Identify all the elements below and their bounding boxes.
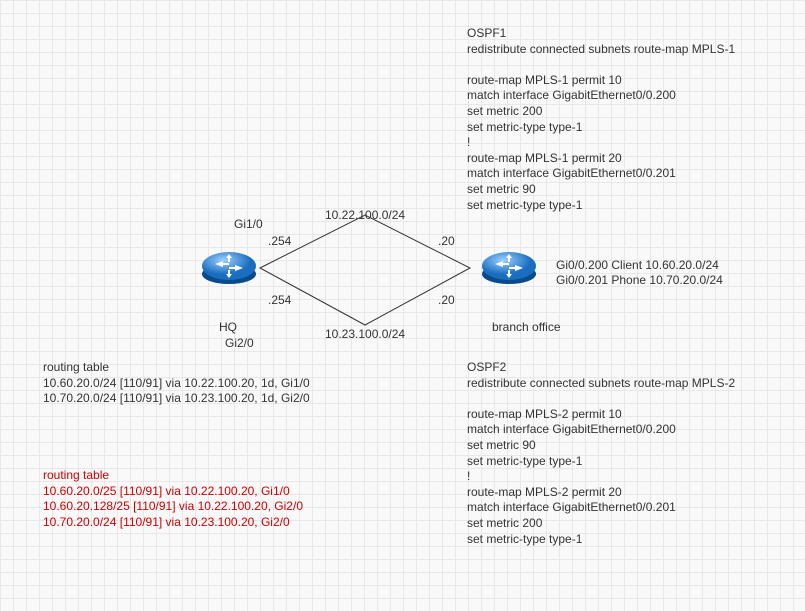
ospf1-line: ! (467, 135, 735, 151)
subnet-bottom: 10.23.100.0/24 (325, 327, 405, 341)
ospf1-title: OSPF1 (467, 26, 735, 42)
routing-title: routing table (43, 360, 310, 376)
ospf2-line: route-map MPLS-2 permit 10 (467, 407, 735, 423)
ospf2-line: match interface GigabitEthernet0/0.201 (467, 500, 735, 516)
routing-entry: 10.60.20.0/24 [110/91] via 10.22.100.20,… (43, 376, 310, 392)
ospf2-line: redistribute connected subnets route-map… (467, 376, 735, 392)
branch-interface-1: Gi0/0.200 Client 10.60.20.0/24 (556, 258, 719, 272)
ospf1-line: match interface GigabitEthernet0/0.200 (467, 88, 735, 104)
ospf2-line: set metric-type type-1 (467, 454, 735, 470)
link-diamond-icon (255, 210, 475, 330)
router-branch-icon (480, 246, 538, 286)
routing-entry: 10.70.20.0/24 [110/91] via 10.23.100.20,… (43, 391, 310, 407)
ospf1-line: set metric 200 (467, 104, 735, 120)
ospf2-config-block: OSPF2 redistribute connected subnets rou… (467, 360, 735, 547)
router-hq-icon (200, 246, 258, 286)
subnet-top: 10.22.100.0/24 (325, 208, 405, 222)
ospf2-line: ! (467, 469, 735, 485)
routing-entry: 10.70.20.0/24 [110/91] via 10.23.100.20,… (43, 515, 303, 531)
hq-interface-top: Gi1/0 (234, 217, 263, 231)
ospf2-title: OSPF2 (467, 360, 735, 376)
ospf1-line: set metric 90 (467, 182, 735, 198)
routing-entry: 10.60.20.128/25 [110/91] via 10.22.100.2… (43, 499, 303, 515)
ospf1-line: route-map MPLS-1 permit 10 (467, 73, 735, 89)
hq-label: HQ (219, 320, 237, 334)
ospf2-line: set metric 90 (467, 438, 735, 454)
ospf1-line: set metric-type type-1 (467, 120, 735, 136)
branch-ip-bottom: .20 (438, 293, 455, 307)
ospf1-line: match interface GigabitEthernet0/0.201 (467, 166, 735, 182)
hq-interface-bottom: Gi2/0 (225, 336, 254, 350)
branch-interface-2: Gi0/0.201 Phone 10.70.20.0/24 (556, 273, 723, 287)
ospf1-config-block: OSPF1 redistribute connected subnets rou… (467, 26, 735, 213)
routing-title: routing table (43, 468, 303, 484)
ospf2-line: match interface GigabitEthernet0/0.200 (467, 422, 735, 438)
ospf1-line: set metric-type type-1 (467, 198, 735, 214)
routing-entry: 10.60.20.0/25 [110/91] via 10.22.100.20,… (43, 484, 303, 500)
ospf2-line: set metric 200 (467, 516, 735, 532)
routing-table-secondary: routing table 10.60.20.0/25 [110/91] via… (43, 468, 303, 530)
hq-ip-top: .254 (268, 234, 291, 248)
hq-ip-bottom: .254 (268, 293, 291, 307)
routing-table-primary: routing table 10.60.20.0/24 [110/91] via… (43, 360, 310, 407)
ospf1-line: route-map MPLS-1 permit 20 (467, 151, 735, 167)
ospf2-line: route-map MPLS-2 permit 20 (467, 485, 735, 501)
branch-label: branch office (492, 320, 561, 334)
branch-ip-top: .20 (438, 234, 455, 248)
ospf1-line: redistribute connected subnets route-map… (467, 42, 735, 58)
ospf2-line: set metric-type type-1 (467, 532, 735, 548)
